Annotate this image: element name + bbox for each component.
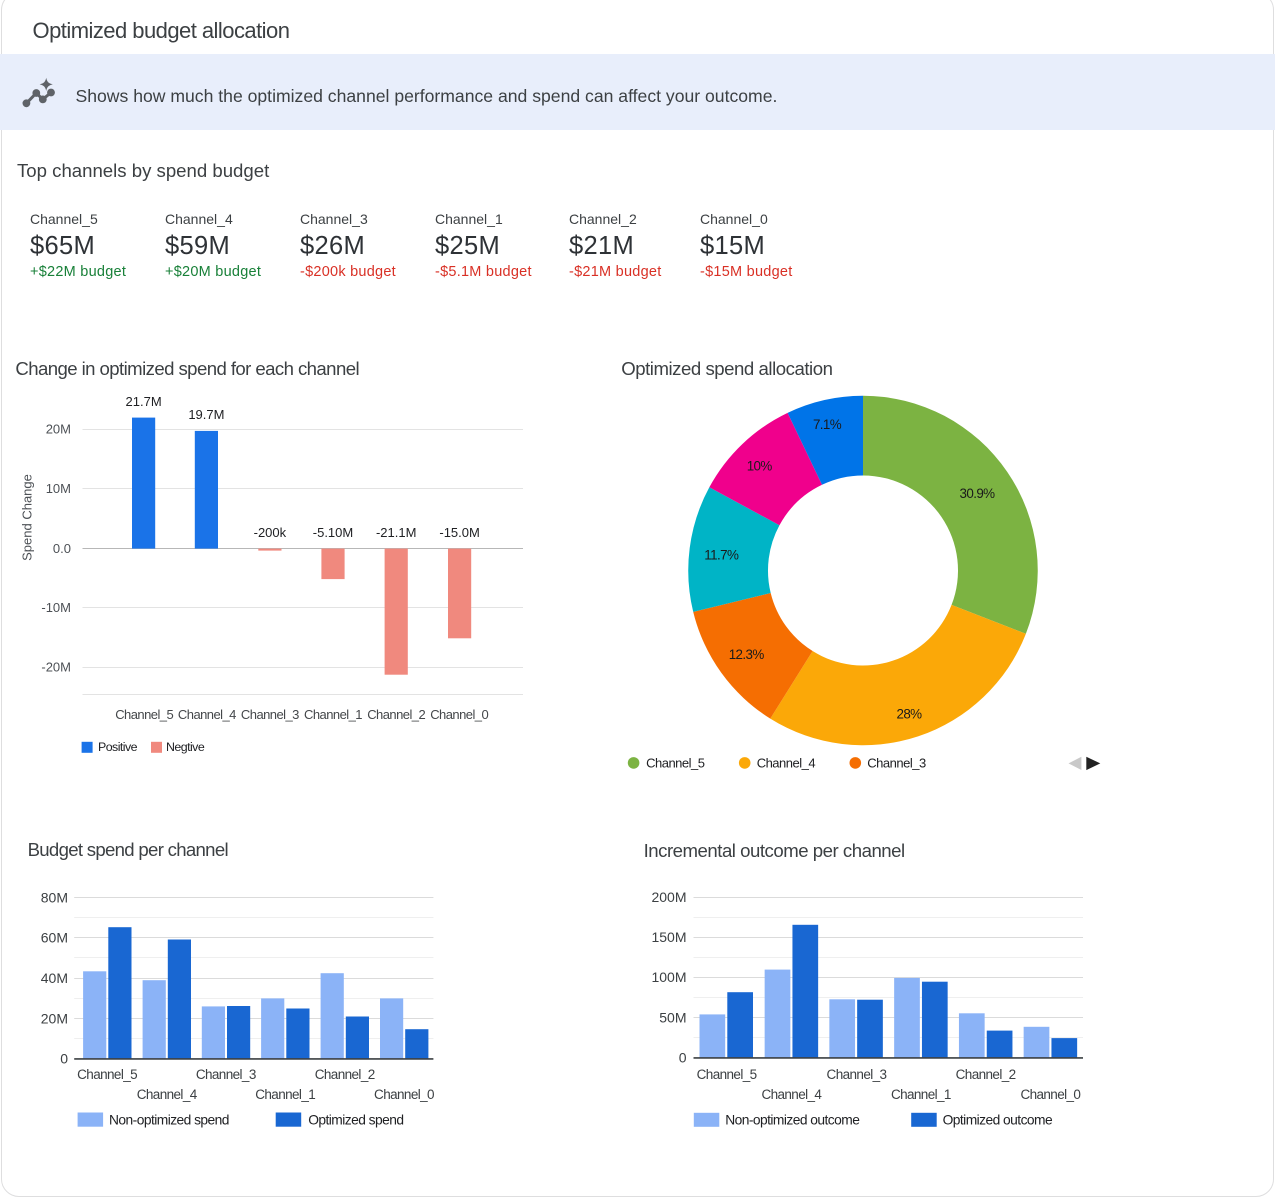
svg-text:Optimized spend: Optimized spend (308, 1112, 403, 1127)
svg-text:Channel_0: Channel_0 (430, 707, 488, 722)
svg-text:80M: 80M (41, 889, 68, 905)
svg-text:Spend Change: Spend Change (20, 474, 35, 561)
svg-text:Channel_0: Channel_0 (1020, 1087, 1080, 1102)
svg-text:Channel_3: Channel_3 (196, 1067, 256, 1082)
svg-text:50M: 50M (659, 1009, 686, 1025)
svg-text:Change in optimized spend for: Change in optimized spend for each chann… (15, 358, 359, 379)
svg-text:-20M: -20M (41, 660, 71, 675)
svg-text:10%: 10% (747, 459, 773, 474)
svg-text:Channel_3: Channel_3 (827, 1067, 887, 1082)
svg-text:-10M: -10M (41, 600, 71, 615)
svg-text:Channel_5: Channel_5 (697, 1067, 757, 1082)
svg-text:11.7%: 11.7% (704, 548, 739, 563)
svg-text:19.7M: 19.7M (188, 407, 224, 422)
svg-text:-15.0M: -15.0M (439, 525, 479, 540)
svg-text:7.1%: 7.1% (813, 417, 842, 432)
svg-text:20M: 20M (41, 1010, 68, 1026)
svg-text:30.9%: 30.9% (960, 486, 996, 501)
svg-text:Channel_5: Channel_5 (77, 1067, 137, 1082)
svg-text:Channel_4: Channel_4 (757, 755, 816, 770)
svg-text:Negtive: Negtive (166, 740, 205, 754)
svg-text:Channel_4: Channel_4 (137, 1087, 198, 1102)
svg-text:Optimized spend allocation: Optimized spend allocation (621, 358, 832, 379)
svg-text:Non-optimized spend: Non-optimized spend (109, 1112, 229, 1127)
svg-text:Budget spend per channel: Budget spend per channel (28, 839, 228, 860)
svg-text:Channel_1: Channel_1 (304, 707, 362, 722)
svg-text:Channel_4: Channel_4 (761, 1087, 822, 1102)
svg-text:Non-optimized outcome: Non-optimized outcome (725, 1113, 860, 1128)
svg-text:28%: 28% (896, 707, 922, 722)
svg-text:-200k: -200k (254, 525, 287, 540)
svg-text:100M: 100M (651, 969, 686, 985)
svg-text:0: 0 (679, 1050, 687, 1066)
svg-text:21.7M: 21.7M (126, 394, 162, 409)
svg-text:Channel_2: Channel_2 (956, 1067, 1016, 1082)
svg-text:200M: 200M (651, 889, 686, 905)
svg-text:Channel_4: Channel_4 (178, 707, 236, 722)
svg-text:Optimized outcome: Optimized outcome (943, 1113, 1053, 1128)
svg-text:Channel_5: Channel_5 (646, 755, 705, 770)
svg-text:Channel_2: Channel_2 (315, 1067, 375, 1082)
svg-text:Channel_3: Channel_3 (867, 755, 926, 770)
svg-text:40M: 40M (41, 970, 68, 986)
svg-text:Channel_3: Channel_3 (241, 707, 299, 722)
svg-text:60M: 60M (41, 930, 68, 946)
svg-text:0.0: 0.0 (53, 541, 71, 556)
svg-text:20M: 20M (46, 422, 71, 437)
svg-text:Channel_2: Channel_2 (367, 707, 425, 722)
svg-text:Incremental outcome per channe: Incremental outcome per channel (644, 840, 905, 861)
svg-text:150M: 150M (651, 929, 686, 945)
svg-text:Positive: Positive (98, 740, 138, 754)
svg-text:Channel_5: Channel_5 (115, 707, 173, 722)
svg-text:0: 0 (60, 1051, 68, 1067)
svg-text:Channel_0: Channel_0 (374, 1087, 434, 1102)
svg-text:-21.1M: -21.1M (376, 525, 416, 540)
svg-text:Channel_1: Channel_1 (891, 1087, 951, 1102)
svg-text:10M: 10M (46, 481, 71, 496)
svg-text:-5.10M: -5.10M (313, 525, 353, 540)
svg-text:Channel_1: Channel_1 (255, 1087, 315, 1102)
svg-text:12.3%: 12.3% (729, 647, 765, 662)
